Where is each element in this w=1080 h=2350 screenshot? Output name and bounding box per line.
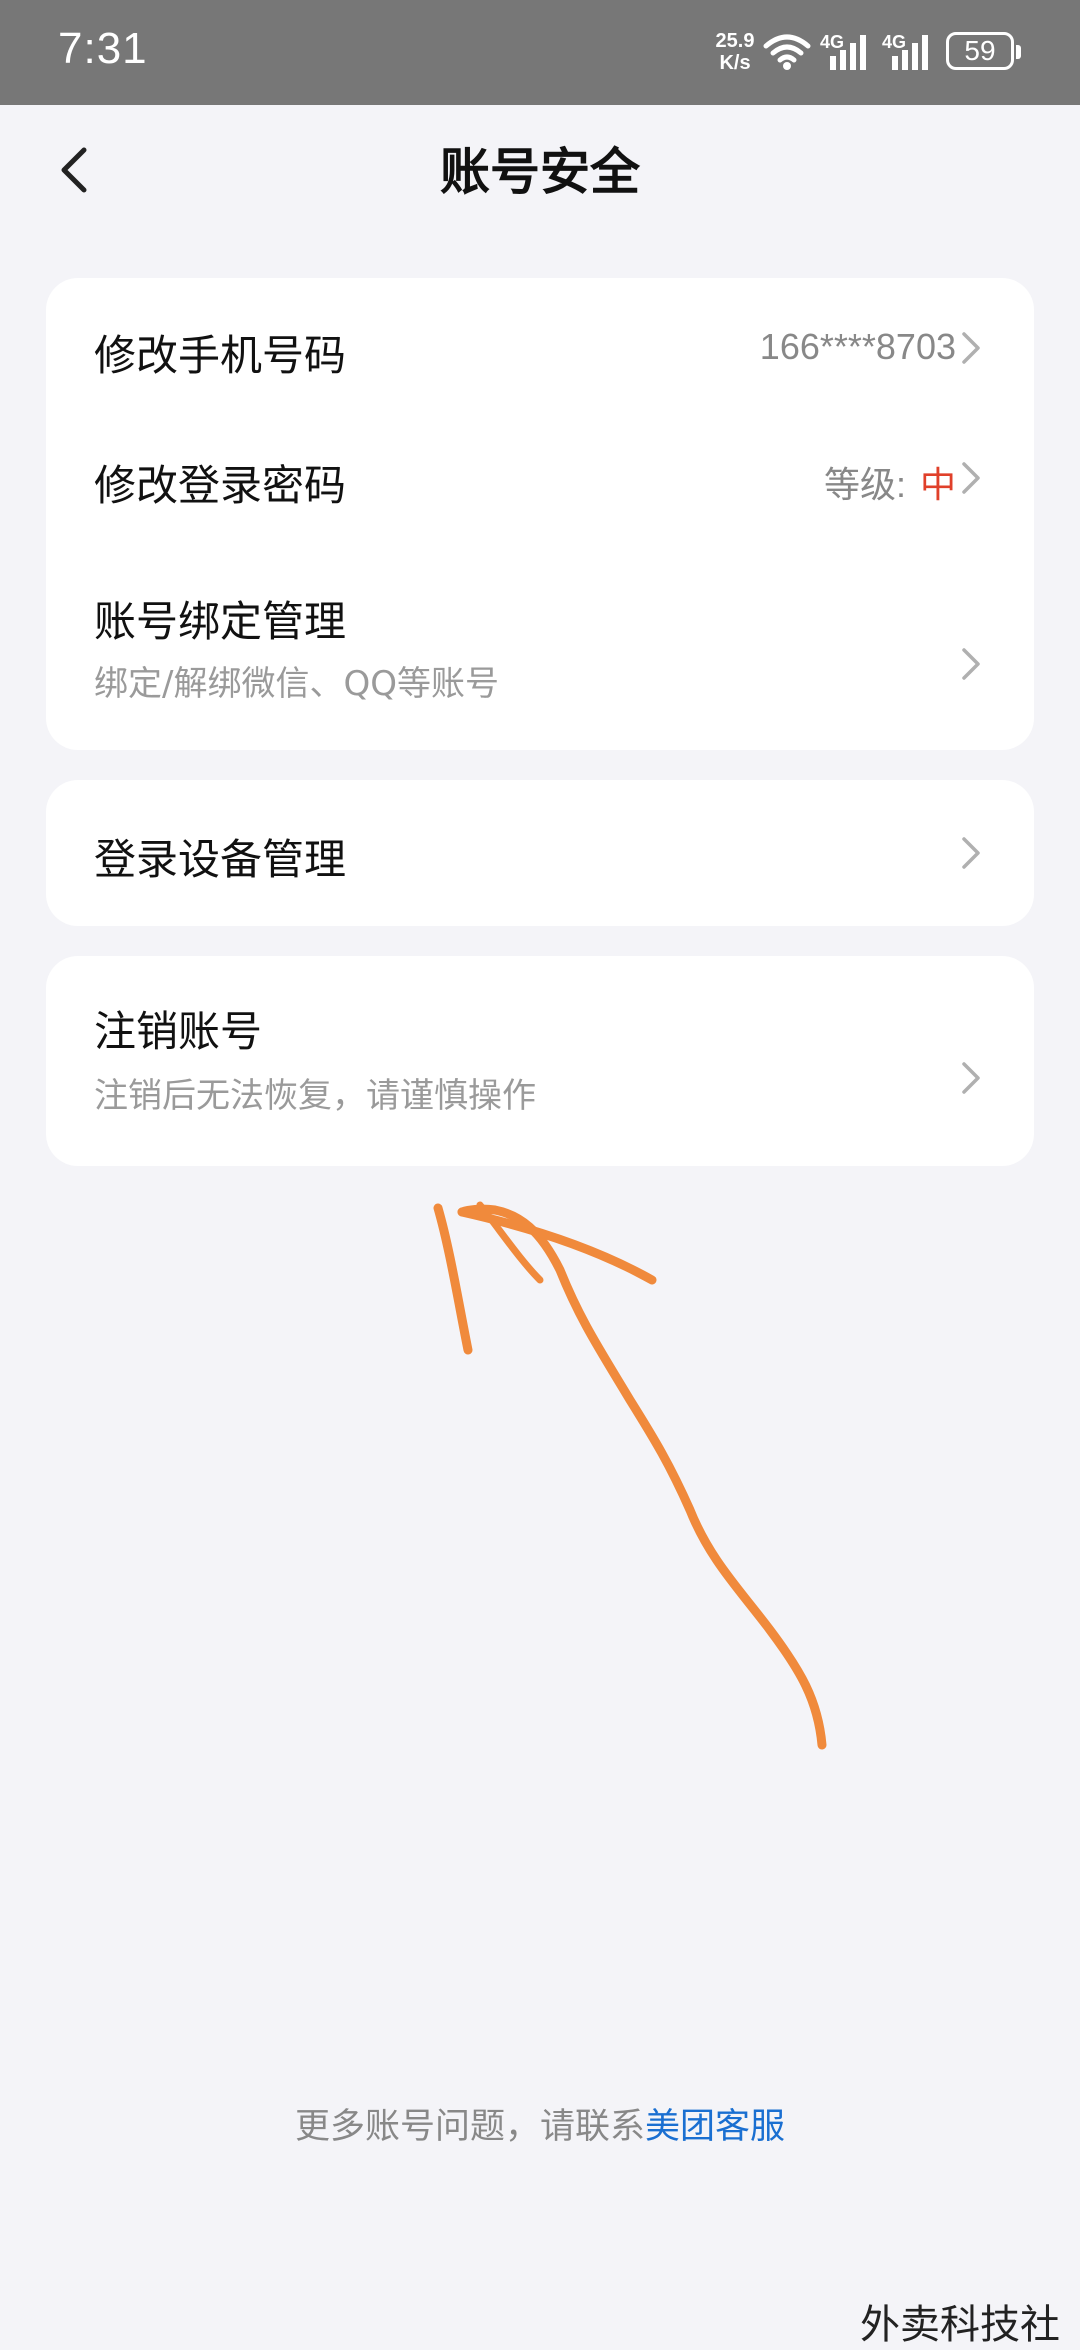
customer-service-link[interactable]: 美团客服 <box>645 2107 785 2147</box>
hand-drawn-arrow-annotation <box>433 1201 827 1750</box>
watermark-text: 外卖科技社 <box>860 2302 1060 2348</box>
footer-help-text: 更多账号问题，请联系美团客服 <box>0 2098 1080 2149</box>
footer-text: 更多账号问题，请联系 <box>294 2107 645 2147</box>
